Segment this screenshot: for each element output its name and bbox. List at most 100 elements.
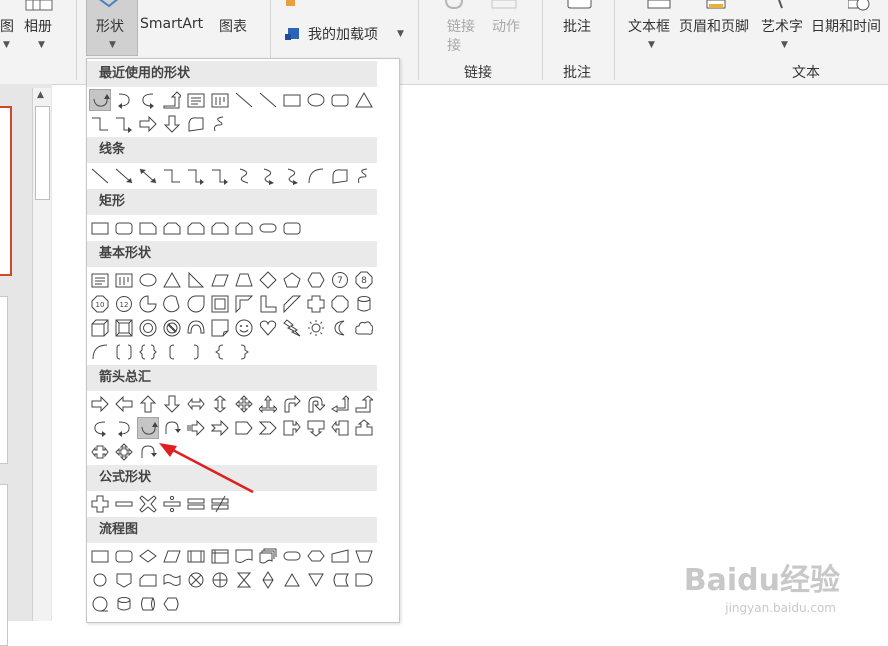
textbox-button[interactable]: 文本框 <box>628 16 670 36</box>
shape-rrect[interactable] <box>113 217 135 239</box>
shape-bevel[interactable] <box>113 317 135 339</box>
shape-leftup[interactable] <box>329 393 351 415</box>
shape-notched-r[interactable] <box>209 417 231 439</box>
my-addins-button[interactable]: 我的加载项 <box>308 24 378 44</box>
shape-rtri[interactable] <box>185 269 207 291</box>
shape-flow-doc[interactable] <box>233 545 255 567</box>
shape-line[interactable] <box>233 89 255 111</box>
chevron-down-icon[interactable]: ▼ <box>3 40 10 50</box>
chevron-down-icon[interactable]: ▼ <box>397 29 404 39</box>
link-button[interactable]: 链接 <box>447 16 475 36</box>
shape-flow-decision[interactable] <box>137 545 159 567</box>
shape-para[interactable] <box>209 269 231 291</box>
shape-flow-sort[interactable] <box>257 569 279 591</box>
shape-trap[interactable] <box>233 269 255 291</box>
shape-flow-or[interactable] <box>209 569 231 591</box>
shape-octagon[interactable]: 8 <box>353 269 375 291</box>
shape-circle-arrow[interactable] <box>161 417 183 439</box>
shape-rbracket[interactable] <box>185 341 207 363</box>
shape-rbrace[interactable] <box>233 341 255 363</box>
shape-lbrace[interactable] <box>209 341 231 363</box>
scroll-up-icon[interactable]: ▲ <box>37 90 44 100</box>
shape-folded-corner[interactable] <box>209 317 231 339</box>
shape-dbl-brace[interactable] <box>137 341 159 363</box>
shape-ccwarrow[interactable] <box>89 417 111 439</box>
shape-flow-data[interactable] <box>161 545 183 567</box>
shape-snip[interactable] <box>137 217 159 239</box>
shape-flow-tape[interactable] <box>161 569 183 591</box>
shape-pent[interactable] <box>281 269 303 291</box>
shape-hex[interactable] <box>305 269 327 291</box>
shape-flow-delay[interactable] <box>353 569 375 591</box>
shape-scribble[interactable] <box>353 165 375 187</box>
shape-dblline[interactable] <box>137 165 159 187</box>
shape-pent-arrow[interactable] <box>233 417 255 439</box>
shape-heart[interactable] <box>257 317 279 339</box>
shape-decagon[interactable]: 10 <box>89 293 111 315</box>
shape-freeform[interactable] <box>329 165 351 187</box>
shape-can[interactable] <box>353 293 375 315</box>
shape-rarrow[interactable] <box>137 113 159 135</box>
shape-cloud[interactable] <box>353 317 375 339</box>
shape-teardrop[interactable] <box>185 293 207 315</box>
shape-cwarrow[interactable] <box>113 89 135 111</box>
shape-frame[interactable] <box>209 293 231 315</box>
shape-snip2[interactable] <box>233 217 255 239</box>
shape-flow-merge[interactable] <box>305 569 327 591</box>
shape-cube[interactable] <box>89 317 111 339</box>
shape-flow-predef[interactable] <box>185 545 207 567</box>
shape-lshape[interactable] <box>257 293 279 315</box>
slide-thumbnail-selected[interactable] <box>0 106 12 276</box>
shape-elbowa[interactable] <box>185 165 207 187</box>
shape-curve[interactable] <box>233 165 255 187</box>
shape-larrow[interactable] <box>113 393 135 415</box>
shape-elbow[interactable] <box>161 165 183 187</box>
shape-quadcallout[interactable] <box>113 441 135 463</box>
shape-flow-connector[interactable] <box>89 569 111 591</box>
shape-snip2[interactable] <box>185 217 207 239</box>
shape-flow-offpage[interactable] <box>113 569 135 591</box>
shape-flow-card[interactable] <box>137 569 159 591</box>
chart-button[interactable]: 图表 <box>219 16 247 36</box>
shape-flow-direct[interactable] <box>137 593 159 615</box>
shape-textbox[interactable] <box>185 89 207 111</box>
date-time-button[interactable]: 日期和时间 <box>811 16 881 36</box>
slide-canvas[interactable]: Baidu经验 jingyan.baidu.com <box>398 96 888 621</box>
shape-luarrow[interactable] <box>257 393 279 415</box>
shape-ccwarrow[interactable] <box>137 89 159 111</box>
shape-donut[interactable] <box>137 317 159 339</box>
shape-lightning[interactable] <box>281 317 303 339</box>
shape-darrow[interactable] <box>161 113 183 135</box>
shape-uarrow[interactable] <box>137 393 159 415</box>
shape-sun[interactable] <box>305 317 327 339</box>
shape-flow-term[interactable] <box>281 545 303 567</box>
shape-rrect[interactable] <box>281 217 303 239</box>
shape-textbox[interactable] <box>89 269 111 291</box>
shape-arc[interactable] <box>89 341 111 363</box>
shape-dbl-bracket[interactable] <box>113 341 135 363</box>
shape-flow-manual-op[interactable] <box>353 545 375 567</box>
shape-flow-manual-input[interactable] <box>329 545 351 567</box>
picture-button-label-truncated[interactable]: 图 <box>0 16 14 36</box>
shape-diamond[interactable] <box>257 269 279 291</box>
shape-curvea[interactable] <box>281 165 303 187</box>
shape-dcallout[interactable] <box>305 417 327 439</box>
shape-flow-extract[interactable] <box>281 569 303 591</box>
shape-elbowa[interactable] <box>209 165 231 187</box>
shape-lcallout[interactable] <box>329 417 351 439</box>
shape-tri[interactable] <box>161 269 183 291</box>
chevron-down-icon[interactable]: ▼ <box>781 40 788 50</box>
chevron-down-icon[interactable]: ▼ <box>38 40 45 50</box>
shape-quad[interactable] <box>233 393 255 415</box>
album-button[interactable]: 相册 <box>24 16 52 36</box>
shape-dodecagon[interactable]: 12 <box>113 293 135 315</box>
scrollbar-thumb[interactable] <box>35 106 50 200</box>
shape-flow-sum-junction[interactable] <box>185 569 207 591</box>
shape-arrowline[interactable] <box>113 165 135 187</box>
shape-oval[interactable] <box>137 269 159 291</box>
shape-rcallout[interactable] <box>281 417 303 439</box>
shape-pie[interactable] <box>137 293 159 315</box>
shape-block-arc[interactable] <box>185 317 207 339</box>
shape-lbracket[interactable] <box>161 341 183 363</box>
shape-bentup[interactable] <box>161 89 183 111</box>
